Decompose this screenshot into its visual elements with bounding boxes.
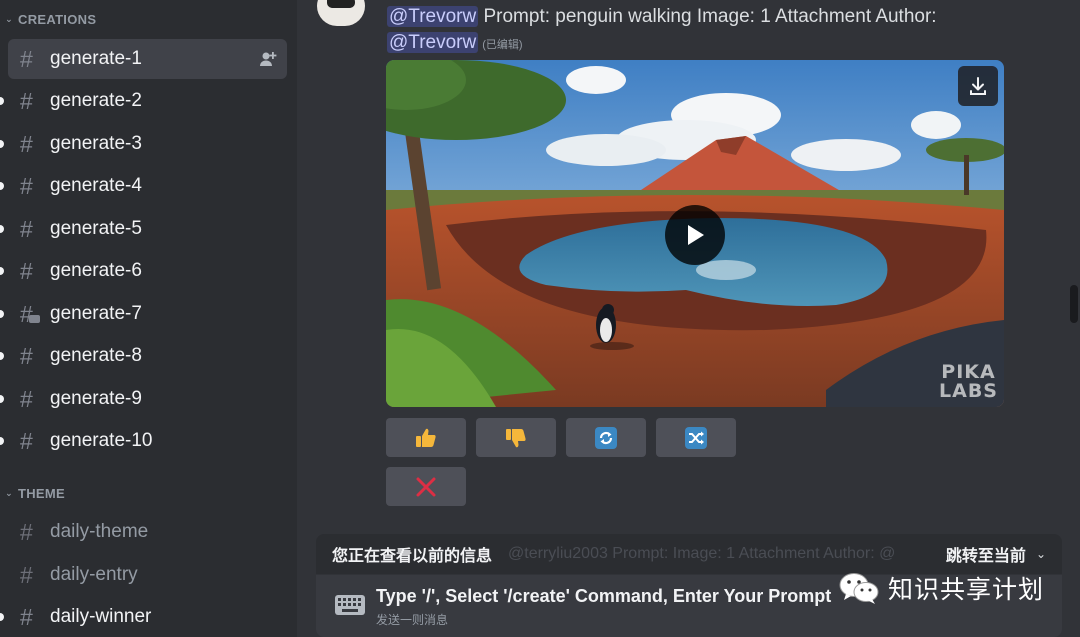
hash-icon: # — [20, 427, 33, 454]
thumbs-up-button[interactable] — [386, 418, 466, 457]
avatar[interactable] — [317, 0, 365, 26]
redo-icon — [595, 426, 617, 449]
channel-label: generate-5 — [50, 218, 142, 239]
keyboard-icon — [335, 595, 365, 615]
user-mention[interactable]: @Trevorw — [387, 6, 479, 27]
action-button-row — [386, 418, 736, 457]
channel-generate-8[interactable]: # generate-8 — [8, 336, 287, 376]
redo-button[interactable] — [566, 418, 646, 457]
pika-labs-watermark: PIKA LABS — [939, 361, 998, 402]
channel-label: generate-4 — [50, 175, 142, 196]
channel-label: generate-6 — [50, 260, 142, 281]
category-label: THEME — [18, 486, 65, 501]
composer-command-hint: Type '/', Select '/create' Command, Ente… — [376, 586, 832, 606]
channel-label: generate-3 — [50, 133, 142, 154]
channel-label: daily-winner — [50, 606, 152, 627]
message-area: @Trevorw Prompt: penguin walking Image: … — [297, 0, 1080, 637]
chevron-down-icon: ⌄ — [5, 14, 13, 24]
channel-label: generate-8 — [50, 345, 142, 366]
hash-icon: # — [20, 130, 33, 157]
thread-channel-icon: # — [20, 301, 42, 328]
channel-label: generate-9 — [50, 388, 142, 409]
shuffle-button[interactable] — [656, 418, 736, 457]
hash-icon: # — [20, 257, 33, 284]
older-messages-banner: 您正在查看以前的信息 @terryliu2003 Prompt: Image: … — [316, 534, 1062, 574]
channel-generate-5[interactable]: # generate-5 — [8, 209, 287, 249]
channel-generate-1[interactable]: # generate-1 — [8, 39, 287, 79]
play-button[interactable] — [665, 205, 725, 265]
channel-daily-theme[interactable]: # daily-theme — [8, 512, 287, 552]
unread-indicator — [0, 437, 4, 445]
unread-indicator — [0, 267, 4, 275]
channel-generate-2[interactable]: # generate-2 — [8, 81, 287, 121]
wechat-watermark: 知识共享计划 — [838, 570, 1044, 606]
unread-indicator — [0, 352, 4, 360]
message-content: @Trevorw Prompt: penguin walking Image: … — [387, 4, 1047, 58]
hash-icon: # — [20, 385, 33, 412]
channel-generate-10[interactable]: # generate-10 — [8, 421, 287, 461]
hash-icon: # — [20, 215, 33, 242]
unread-indicator — [0, 97, 4, 105]
channel-generate-4[interactable]: # generate-4 — [8, 166, 287, 206]
unread-indicator — [0, 395, 4, 403]
play-icon — [688, 225, 704, 245]
hash-icon: # — [20, 342, 33, 369]
channel-daily-winner[interactable]: # daily-winner — [8, 597, 287, 637]
x-icon — [416, 477, 436, 496]
channel-label: daily-theme — [50, 521, 149, 542]
shuffle-icon — [685, 426, 707, 449]
hash-icon: # — [20, 172, 33, 199]
hash-icon: # — [20, 603, 33, 630]
channel-generate-9[interactable]: # generate-9 — [8, 379, 287, 419]
add-member-icon[interactable] — [259, 50, 277, 68]
watermark-text: 知识共享计划 — [888, 575, 1045, 604]
video-attachment[interactable]: PIKA LABS — [386, 60, 1004, 407]
thumbs-down-icon — [506, 428, 526, 447]
unread-indicator — [0, 310, 4, 318]
channel-sidebar: ⌄ CREATIONS # generate-1 # generate-2 # … — [0, 0, 297, 637]
hash-icon: # — [20, 87, 33, 114]
message-text: Prompt: penguin walking Image: 1 Attachm… — [483, 6, 937, 27]
chevron-down-icon[interactable]: ⌄ — [1036, 547, 1046, 561]
user-mention[interactable]: @Trevorw — [387, 32, 479, 53]
thumbs-down-button[interactable] — [476, 418, 556, 457]
channel-generate-7[interactable]: # generate-7 — [8, 294, 287, 334]
channel-label: daily-entry — [50, 564, 138, 585]
hash-icon: # — [20, 45, 33, 72]
channel-daily-entry[interactable]: # daily-entry — [8, 555, 287, 595]
banner-preview-text: @terryliu2003 Prompt: Image: 1 Attachmen… — [508, 545, 896, 562]
scrollbar-thumb[interactable] — [1070, 285, 1078, 323]
unread-indicator — [0, 182, 4, 190]
banner-text: 您正在查看以前的信息 — [332, 548, 493, 565]
channel-generate-6[interactable]: # generate-6 — [8, 251, 287, 291]
jump-to-present-button[interactable]: 跳转至当前 — [946, 542, 1026, 566]
category-creations[interactable]: ⌄ CREATIONS — [4, 12, 96, 27]
hash-icon: # — [20, 518, 33, 545]
thumbs-up-icon — [416, 428, 436, 447]
channel-generate-3[interactable]: # generate-3 — [8, 124, 287, 164]
chevron-down-icon: ⌄ — [5, 488, 13, 498]
composer-placeholder: 发送一则消息 — [376, 613, 449, 627]
download-button[interactable] — [958, 66, 998, 106]
unread-indicator — [0, 140, 4, 148]
channel-label: generate-7 — [50, 303, 142, 324]
channel-label: generate-1 — [50, 48, 142, 69]
channel-label: generate-2 — [50, 90, 142, 111]
unread-indicator — [0, 225, 4, 233]
unread-indicator — [0, 613, 4, 621]
channel-label: generate-10 — [50, 430, 153, 451]
category-theme[interactable]: ⌄ THEME — [4, 486, 65, 501]
edited-label: (已编辑) — [482, 39, 523, 51]
delete-button[interactable] — [386, 467, 466, 506]
category-label: CREATIONS — [18, 12, 97, 27]
wechat-icon — [839, 573, 879, 604]
hash-icon: # — [20, 561, 33, 588]
download-icon — [970, 77, 986, 95]
